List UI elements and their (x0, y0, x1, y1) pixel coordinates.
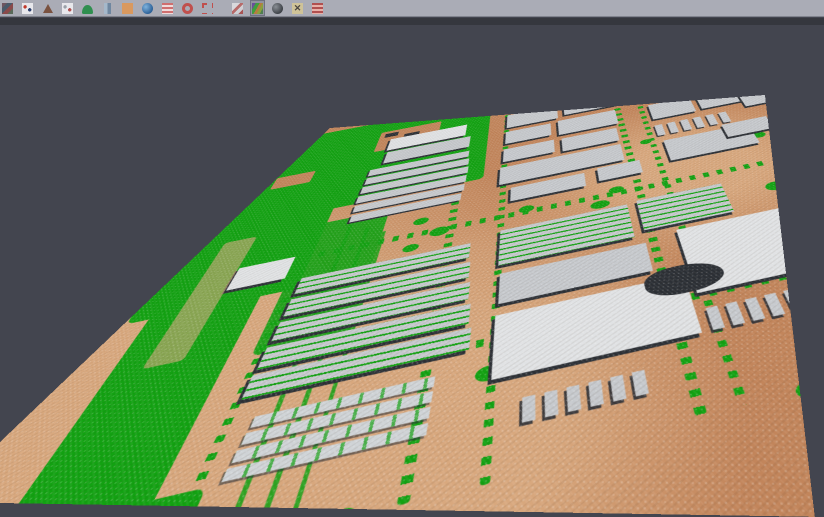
selection-brackets-icon (202, 3, 213, 14)
mountain-icon (43, 4, 53, 13)
selection-brackets-icon-button[interactable] (201, 1, 214, 15)
tree (793, 379, 815, 401)
target-ring-icon-button[interactable] (181, 1, 194, 15)
viewport-top-shade (0, 18, 824, 25)
bld (734, 95, 808, 106)
globe-icon (142, 3, 153, 14)
table-stripes-icon-button[interactable] (161, 1, 174, 15)
panel-icon-button[interactable] (101, 1, 114, 15)
toolbar: ✕ (0, 0, 824, 17)
cross-icon-button[interactable]: ✕ (291, 1, 304, 15)
register-icon (232, 3, 243, 14)
dark-sphere-icon-button[interactable] (271, 1, 284, 15)
tree (401, 243, 419, 254)
terrain-hill-icon (82, 5, 93, 14)
classified-map (0, 95, 815, 517)
panel-icon (104, 3, 111, 14)
globe-icon-button[interactable] (141, 1, 154, 15)
table-stripes-icon (162, 3, 173, 14)
mountain-icon-button[interactable] (41, 1, 54, 15)
dark-sphere-icon (272, 3, 283, 14)
bld (644, 95, 684, 100)
ortho-square-icon (122, 3, 133, 14)
classification-map-icon (252, 3, 263, 14)
ortho-square-icon-button[interactable] (121, 1, 134, 15)
shedrow (522, 368, 656, 423)
bld (782, 161, 814, 209)
points-icon (62, 3, 73, 14)
tree (412, 216, 429, 226)
points-icon-button[interactable] (61, 1, 74, 15)
bld (814, 194, 815, 257)
terrain-point-cloud (0, 95, 815, 517)
tree (805, 266, 814, 280)
viewport-3d[interactable] (0, 18, 824, 517)
bld (648, 97, 696, 119)
cross-icon: ✕ (292, 3, 303, 14)
point-picker-icon-button[interactable] (21, 1, 34, 15)
terrain-hill-icon-button[interactable] (81, 1, 94, 15)
classification-map-icon-button[interactable] (251, 1, 264, 15)
red-stripes-icon-button[interactable] (311, 1, 324, 15)
point-picker-icon (22, 3, 33, 14)
target-ring-icon (182, 3, 193, 14)
tree (763, 180, 787, 192)
blocks-icon-button[interactable] (1, 1, 14, 15)
blocks-icon (2, 3, 13, 14)
application-window: ✕ (0, 0, 824, 517)
tree (327, 505, 358, 517)
register-icon-button[interactable] (231, 1, 244, 15)
veg (191, 102, 492, 238)
red-stripes-icon (312, 3, 323, 14)
